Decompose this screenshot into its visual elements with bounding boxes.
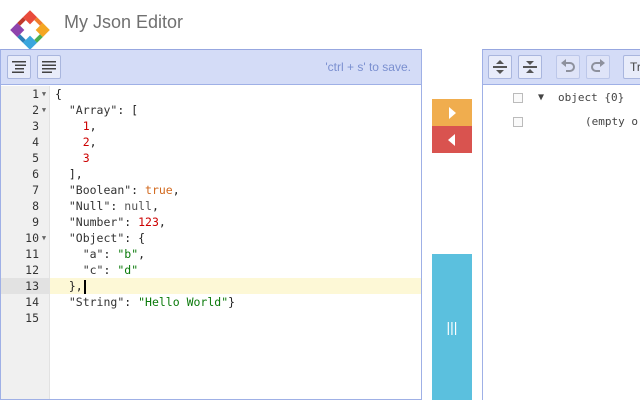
code-line: 1 ▼ { — [1, 86, 421, 102]
app-header: My Json Editor — [0, 0, 640, 50]
compact-icon — [42, 61, 56, 73]
line-number: 8 — [32, 199, 39, 213]
code-line: 4 2, — [1, 134, 421, 150]
mode-switch-button[interactable]: Tr — [623, 55, 640, 79]
code-line: 6 ], — [1, 166, 421, 182]
format-icon — [12, 61, 26, 73]
line-number: 1 — [32, 87, 39, 101]
context-menu-icon[interactable] — [513, 93, 523, 103]
code-line: 10 ▼ "Object": { — [1, 230, 421, 246]
code-line: 13 }, — [1, 278, 421, 294]
code-line: 15 — [1, 310, 421, 326]
line-number: 12 — [25, 263, 39, 277]
fold-arrow-icon[interactable]: ▼ — [39, 102, 49, 118]
line-number: 4 — [32, 135, 39, 149]
expand-all-icon — [493, 60, 507, 74]
line-number: 3 — [32, 119, 39, 133]
line-number: 7 — [32, 183, 39, 197]
line-number: 5 — [32, 151, 39, 165]
line-number: 6 — [32, 167, 39, 181]
code-line: 7 "Boolean": true, — [1, 182, 421, 198]
line-number: 10 — [25, 231, 39, 245]
app-logo-icon — [10, 10, 50, 50]
code-line: 8 "Null": null, — [1, 198, 421, 214]
compact-json-button[interactable] — [37, 55, 61, 79]
expand-arrow-icon[interactable]: ▼ — [538, 88, 544, 108]
text-cursor — [83, 279, 86, 294]
resize-handle[interactable]: ||| — [432, 254, 472, 400]
line-number: 13 — [25, 279, 39, 293]
drag-grip-icon: ||| — [446, 319, 458, 335]
tree-node-label: (empty o — [585, 115, 638, 128]
copy-to-code-button[interactable] — [432, 126, 472, 153]
line-number: 11 — [25, 247, 39, 261]
code-line: 9 "Number": 123, — [1, 214, 421, 230]
line-number: 14 — [25, 295, 39, 309]
undo-button[interactable] — [556, 55, 580, 79]
arrow-left-icon — [448, 133, 455, 146]
tree-node-root[interactable]: ▼ object {0} — [483, 88, 640, 108]
fold-arrow-icon[interactable]: ▼ — [39, 86, 49, 102]
code-line: 2 ▼ "Array": [ — [1, 102, 421, 118]
app-title: My Json Editor — [64, 12, 184, 32]
save-hint: 'ctrl + s' to save. — [325, 60, 411, 74]
line-number: 2 — [32, 103, 39, 117]
context-menu-icon[interactable] — [513, 117, 523, 127]
line-number: 9 — [32, 215, 39, 229]
code-line: 5 3 — [1, 150, 421, 166]
splitter-panel: ||| — [423, 49, 481, 400]
tree-editor-panel: Tr ▼ object {0} (empty o — [482, 49, 640, 400]
code-line: 3 1, — [1, 118, 421, 134]
redo-button[interactable] — [586, 55, 610, 79]
code-area[interactable]: 1 ▼ { 2 ▼ "Array": [ 3 1, 4 2, 5 3 6], … — [1, 86, 421, 399]
redo-icon — [591, 59, 605, 72]
code-line: 14 "String": "Hello World"} — [1, 294, 421, 310]
tree-node-label: object {0} — [558, 91, 625, 104]
collapse-all-button[interactable] — [518, 55, 542, 79]
undo-icon — [561, 59, 575, 72]
fold-arrow-icon[interactable]: ▼ — [39, 230, 49, 246]
format-json-button[interactable] — [7, 55, 31, 79]
expand-all-button[interactable] — [488, 55, 512, 79]
arrow-right-icon — [449, 106, 456, 119]
line-number: 15 — [25, 311, 39, 325]
code-line: 12 "c": "d" — [1, 262, 421, 278]
tree-editor-toolbar: Tr — [483, 50, 640, 85]
tree-node-empty[interactable]: (empty o — [483, 112, 640, 132]
code-line: 11 "a": "b", — [1, 246, 421, 262]
code-editor-panel: 'ctrl + s' to save. 1 ▼ { 2 ▼ "Array": [… — [0, 49, 422, 400]
copy-to-tree-button[interactable] — [432, 99, 472, 126]
collapse-all-icon — [523, 61, 537, 73]
code-editor-toolbar: 'ctrl + s' to save. — [1, 50, 421, 85]
